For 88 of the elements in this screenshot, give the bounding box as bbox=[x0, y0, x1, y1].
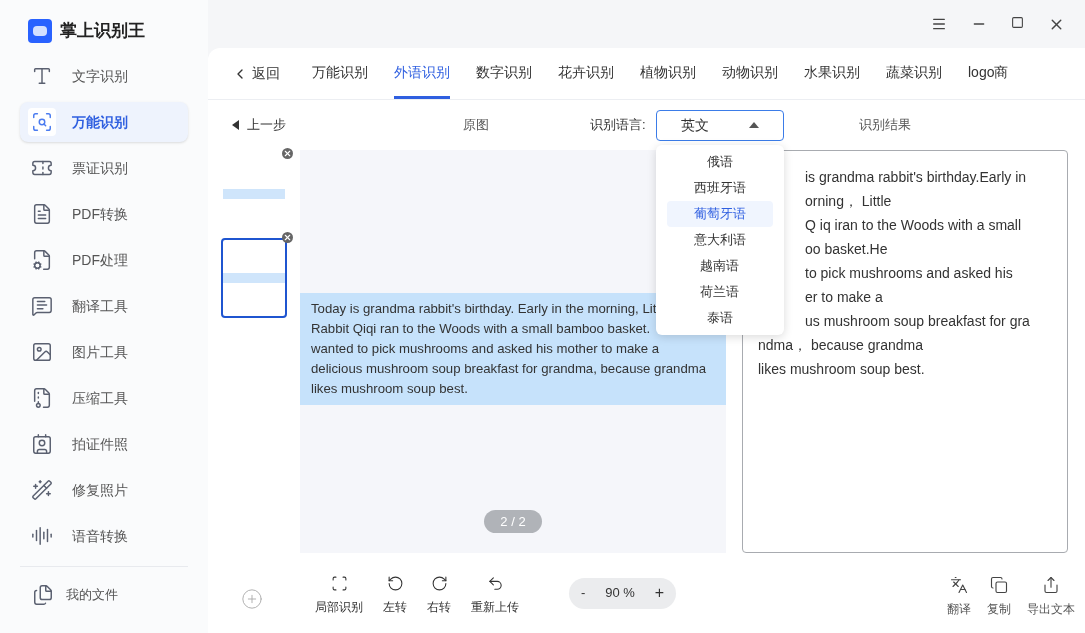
result-text-line: oo basket.He bbox=[805, 240, 888, 259]
image-text-line: wanted to pick mushrooms and asked his mother to make a bbox=[311, 340, 660, 358]
sidebar-item[interactable]: 图片工具 bbox=[20, 332, 188, 372]
zoom-in-button[interactable]: + bbox=[654, 581, 664, 605]
original-image-label: 原图 bbox=[463, 116, 489, 135]
tool-icon bbox=[1042, 576, 1060, 594]
page-indicator: 2 / 2 bbox=[484, 509, 542, 533]
result-text-line: to pick mushrooms and asked his bbox=[805, 264, 1013, 283]
sidebar-item[interactable]: 翻译工具 bbox=[20, 286, 188, 326]
sidebar-item[interactable]: 文字识别 bbox=[20, 56, 188, 96]
sidebar-icon bbox=[31, 249, 53, 271]
sidebar-icon bbox=[31, 111, 53, 133]
result-text-line: ndma， because grandma bbox=[758, 336, 923, 355]
tab[interactable]: 数字识别 bbox=[476, 48, 532, 99]
files-icon bbox=[32, 584, 54, 606]
image-text-line: Rabbit Qiqi ran to the Woods with a small bamboo basket. bbox=[311, 320, 651, 338]
text-highlight bbox=[223, 273, 285, 283]
language-option[interactable]: 泰语 bbox=[666, 304, 773, 331]
tool-icon bbox=[430, 574, 448, 592]
back-button[interactable]: 返回 bbox=[232, 48, 280, 99]
tool-button[interactable]: 局部识别 bbox=[315, 574, 363, 616]
language-option[interactable]: 意大利语 bbox=[666, 226, 773, 253]
app-logo-icon bbox=[28, 19, 52, 43]
tab[interactable]: logo商 bbox=[968, 48, 1009, 99]
sidebar-icon bbox=[31, 433, 53, 455]
caret-left-icon bbox=[232, 120, 239, 130]
tool-icon bbox=[950, 576, 968, 594]
image-text-line: Today is grandma rabbit's birthday. Early in the morning, Lit bbox=[311, 300, 657, 318]
result-tool-button[interactable]: 导出文本 bbox=[1027, 576, 1075, 618]
result-label: 识别结果 bbox=[858, 116, 911, 135]
result-text-line: er to make a bbox=[805, 288, 883, 307]
tool-button[interactable]: 左转 bbox=[383, 574, 407, 616]
maximize-icon[interactable] bbox=[1011, 16, 1024, 29]
previous-step-button[interactable]: 上一步 bbox=[232, 115, 286, 135]
language-option[interactable]: 俄语 bbox=[666, 148, 773, 175]
tool-button[interactable]: 右转 bbox=[427, 574, 451, 616]
zoom-out-button[interactable]: - bbox=[581, 583, 586, 603]
sidebar-icon bbox=[31, 65, 53, 87]
menu-icon[interactable] bbox=[931, 16, 947, 32]
tab[interactable]: 外语识别 bbox=[394, 48, 450, 99]
remove-icon[interactable] bbox=[282, 232, 293, 243]
tool-icon bbox=[486, 574, 504, 592]
result-text-line: likes mushroom soup best. bbox=[758, 360, 925, 379]
image-text-line: delicious mushroom soup breakfast for grandma, because grandma bbox=[311, 360, 707, 378]
sidebar-icon bbox=[31, 387, 53, 409]
sidebar-item[interactable]: 修复照片 bbox=[20, 470, 188, 510]
sidebar-icon bbox=[31, 341, 53, 363]
tab[interactable]: 万能识别 bbox=[312, 48, 368, 99]
result-tool-button[interactable]: 复制 bbox=[987, 576, 1011, 618]
tab[interactable]: 水果识别 bbox=[804, 48, 860, 99]
sidebar-icon bbox=[31, 203, 53, 225]
sidebar-item[interactable]: PDF处理 bbox=[20, 240, 188, 280]
sidebar-item[interactable]: 语音转换 bbox=[20, 516, 188, 556]
sidebar-icon bbox=[31, 479, 53, 501]
caret-up-icon bbox=[748, 122, 759, 128]
sidebar-item[interactable]: PDF转换 bbox=[20, 194, 188, 234]
tab[interactable]: 植物识别 bbox=[640, 48, 696, 99]
tool-icon bbox=[330, 574, 348, 592]
result-text-line: is grandma rabbit's birthday.Early in bbox=[805, 168, 1027, 187]
tab[interactable]: 动物识别 bbox=[722, 48, 778, 99]
sidebar-item[interactable]: 万能识别 bbox=[20, 102, 188, 142]
result-text-line: orning， Little bbox=[805, 192, 892, 211]
zoom-value: 90 % bbox=[605, 584, 635, 603]
language-option[interactable]: 葡萄牙语 bbox=[666, 200, 773, 227]
remove-icon[interactable] bbox=[282, 148, 293, 159]
app-title: 掌上识别王 bbox=[60, 20, 145, 43]
result-tool-button[interactable]: 翻译 bbox=[947, 576, 971, 618]
language-option[interactable]: 越南语 bbox=[666, 252, 773, 279]
sidebar-icon bbox=[31, 295, 53, 317]
language-option[interactable]: 荷兰语 bbox=[666, 278, 773, 305]
language-option[interactable]: 西班牙语 bbox=[666, 174, 773, 201]
sidebar-icon bbox=[31, 525, 53, 547]
sidebar-item[interactable]: 压缩工具 bbox=[20, 378, 188, 418]
language-select[interactable]: 英文 bbox=[655, 109, 784, 141]
sidebar-item[interactable]: 票证识别 bbox=[20, 148, 188, 188]
result-text-line: us mushroom soup breakfast for gra bbox=[805, 312, 1030, 331]
tab[interactable]: 蔬菜识别 bbox=[886, 48, 942, 99]
result-text-line: Q iq iran to the Woods with a small bbox=[805, 216, 1022, 235]
tool-icon bbox=[990, 576, 1008, 594]
language-label: 识别语言: bbox=[590, 116, 646, 135]
sidebar-item[interactable]: 拍证件照 bbox=[20, 424, 188, 464]
image-text-line: likes mushroom soup best. bbox=[311, 380, 468, 398]
tab[interactable]: 花卉识别 bbox=[558, 48, 614, 99]
text-highlight bbox=[223, 189, 285, 199]
tool-icon bbox=[386, 574, 404, 592]
my-files-item[interactable]: 我的文件 bbox=[20, 579, 188, 611]
tool-button[interactable]: 重新上传 bbox=[471, 574, 519, 616]
page-thumbnail[interactable] bbox=[221, 238, 287, 318]
